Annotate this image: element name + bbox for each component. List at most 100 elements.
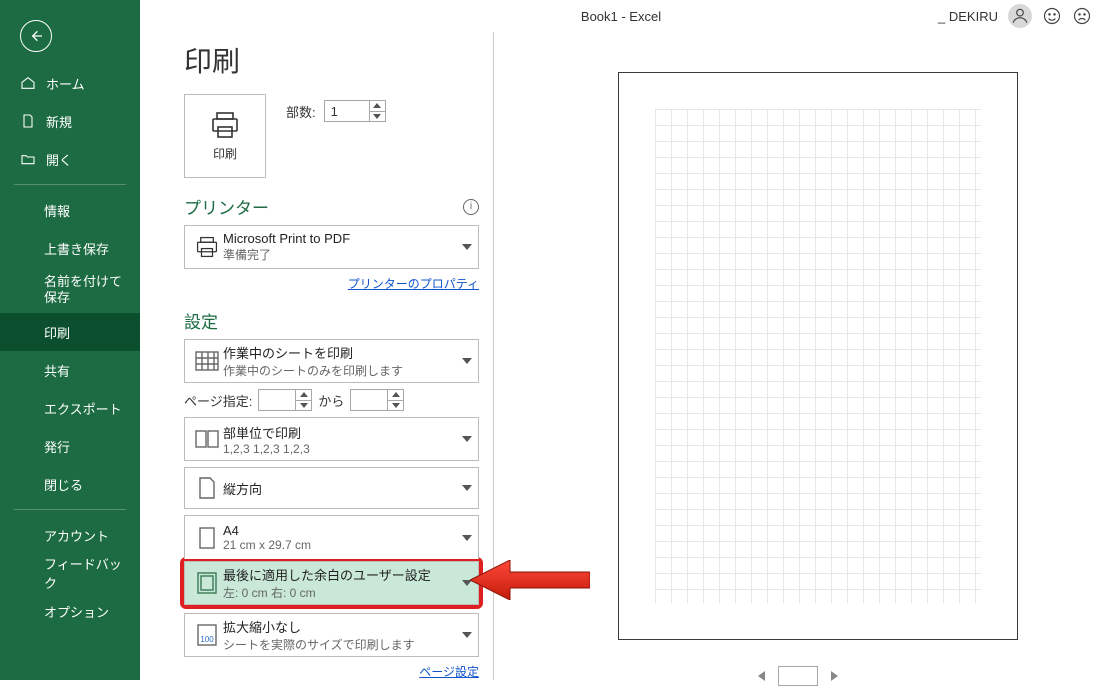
home-icon xyxy=(20,75,36,91)
back-arrow-icon xyxy=(28,28,44,44)
sidebar-label-close: 閉じる xyxy=(44,475,83,494)
paper-line2: 21 cm x 29.7 cm xyxy=(223,538,472,552)
sidebar-item-feedback[interactable]: フィードバック xyxy=(0,554,140,592)
svg-text:100: 100 xyxy=(200,635,214,644)
sidebar-item-options[interactable]: オプション xyxy=(0,592,140,630)
sidebar-label-publish: 発行 xyxy=(44,437,70,456)
paper-icon xyxy=(198,527,216,549)
sidebar-label-open: 開く xyxy=(46,150,72,169)
orientation-dropdown[interactable]: 縦方向 xyxy=(184,467,479,509)
margins-line1: 最後に適用した余白のユーザー設定 xyxy=(223,565,472,584)
sheet-icon xyxy=(195,351,219,371)
pages-to-down[interactable] xyxy=(388,401,403,411)
pages-to-up[interactable] xyxy=(388,390,403,401)
annotation-arrow xyxy=(470,560,590,600)
sidebar-label-account: アカウント xyxy=(44,526,109,545)
what-to-print-line2: 作業中のシートのみを印刷します xyxy=(223,362,472,379)
sidebar-label-new: 新規 xyxy=(46,112,72,131)
sidebar-label-options: オプション xyxy=(44,602,109,621)
portrait-icon xyxy=(198,477,216,499)
sidebar-label-share: 共有 xyxy=(44,361,70,380)
pages-to-label: から xyxy=(318,391,344,410)
sidebar-item-home[interactable]: ホーム xyxy=(0,64,140,102)
chevron-down-icon xyxy=(462,436,472,442)
pages-label: ページ指定: xyxy=(184,391,252,410)
printer-dropdown[interactable]: Microsoft Print to PDF 準備完了 xyxy=(184,225,479,269)
scaling-line2: シートを実際のサイズで印刷します xyxy=(223,636,472,653)
scaling-line1: 拡大縮小なし xyxy=(223,617,472,636)
chevron-down-icon xyxy=(462,535,472,541)
sidebar-item-print[interactable]: 印刷 xyxy=(0,313,140,351)
sidebar-item-save[interactable]: 上書き保存 xyxy=(0,229,140,267)
what-to-print-line1: 作業中のシートを印刷 xyxy=(223,343,472,362)
printer-status: 準備完了 xyxy=(223,246,472,263)
collate-line2: 1,2,3 1,2,3 1,2,3 xyxy=(223,442,472,456)
pages-from-down[interactable] xyxy=(296,401,311,411)
sad-icon[interactable] xyxy=(1072,6,1092,26)
sidebar-label-print: 印刷 xyxy=(44,323,70,342)
copies-value: 1 xyxy=(331,104,338,119)
user-name: _ DEKIRU xyxy=(938,9,998,24)
printer-small-icon xyxy=(194,236,220,258)
pages-from-up[interactable] xyxy=(296,390,311,401)
open-icon xyxy=(20,151,36,167)
settings-heading: 設定 xyxy=(184,308,218,333)
printer-name: Microsoft Print to PDF xyxy=(223,231,472,246)
chevron-down-icon xyxy=(462,358,472,364)
collate-dropdown[interactable]: 部単位で印刷 1,2,3 1,2,3 1,2,3 xyxy=(184,417,479,461)
sidebar-label-home: ホーム xyxy=(46,74,85,93)
page-setup-link[interactable]: ページ設定 xyxy=(419,665,479,679)
page-number-input[interactable] xyxy=(778,666,818,686)
page-preview xyxy=(618,72,1018,640)
pages-to-input[interactable] xyxy=(350,389,404,411)
copies-up[interactable] xyxy=(370,101,385,112)
sidebar-item-saveas[interactable]: 名前を付けて保存 xyxy=(0,267,140,313)
new-icon xyxy=(20,113,36,129)
page-preview-grid xyxy=(655,109,981,603)
sidebar-item-publish[interactable]: 発行 xyxy=(0,427,140,465)
printer-icon xyxy=(209,111,241,139)
avatar[interactable] xyxy=(1008,4,1032,28)
sidebar-label-export: エクスポート xyxy=(44,399,122,418)
pages-from-input[interactable] xyxy=(258,389,312,411)
paper-line1: A4 xyxy=(223,523,472,538)
copies-input[interactable]: 1 xyxy=(324,100,386,122)
printer-properties-link[interactable]: プリンターのプロパティ xyxy=(348,277,479,291)
sidebar-item-close[interactable]: 閉じる xyxy=(0,465,140,503)
sidebar-item-new[interactable]: 新規 xyxy=(0,102,140,140)
copies-label: 部数: xyxy=(286,102,316,121)
collate-icon xyxy=(195,430,219,448)
sidebar-label-feedback: フィードバック xyxy=(44,554,126,592)
print-button[interactable]: 印刷 xyxy=(184,94,266,178)
sidebar-item-account[interactable]: アカウント xyxy=(0,516,140,554)
printer-heading: プリンター xyxy=(184,194,269,219)
margins-icon xyxy=(197,572,217,594)
sidebar-item-export[interactable]: エクスポート xyxy=(0,389,140,427)
doc-title: Book1 - Excel xyxy=(581,9,661,24)
scaling-dropdown[interactable]: 100 拡大縮小なし シートを実際のサイズで印刷します xyxy=(184,613,479,657)
page-title: 印刷 xyxy=(184,40,479,80)
chevron-down-icon xyxy=(462,244,472,250)
sidebar-item-share[interactable]: 共有 xyxy=(0,351,140,389)
sidebar-item-info[interactable]: 情報 xyxy=(0,191,140,229)
chevron-down-icon xyxy=(462,632,472,638)
what-to-print-dropdown[interactable]: 作業中のシートを印刷 作業中のシートのみを印刷します xyxy=(184,339,479,383)
paper-size-dropdown[interactable]: A4 21 cm x 29.7 cm xyxy=(184,515,479,559)
printer-info-icon[interactable]: i xyxy=(463,199,479,215)
user-icon xyxy=(1010,6,1030,26)
margins-dropdown[interactable]: 最後に適用した余白のユーザー設定 左: 0 cm 右: 0 cm xyxy=(184,561,479,605)
collate-line1: 部単位で印刷 xyxy=(223,423,472,442)
copies-down[interactable] xyxy=(370,112,385,122)
sidebar-item-open[interactable]: 開く xyxy=(0,140,140,178)
orientation-line1: 縦方向 xyxy=(223,479,472,498)
prev-page-button[interactable] xyxy=(756,670,768,682)
backstage-sidebar: ホーム 新規 開く 情報 上書き保存 名前を付けて保存 印刷 共有 エクスポート… xyxy=(0,0,140,680)
chevron-down-icon xyxy=(462,485,472,491)
sidebar-label-save: 上書き保存 xyxy=(44,239,109,258)
sidebar-label-info: 情報 xyxy=(44,201,70,220)
smile-icon[interactable] xyxy=(1042,6,1062,26)
next-page-button[interactable] xyxy=(828,670,840,682)
back-button[interactable] xyxy=(20,20,52,52)
scaling-icon: 100 xyxy=(197,624,217,646)
margins-line2: 左: 0 cm 右: 0 cm xyxy=(223,584,472,601)
